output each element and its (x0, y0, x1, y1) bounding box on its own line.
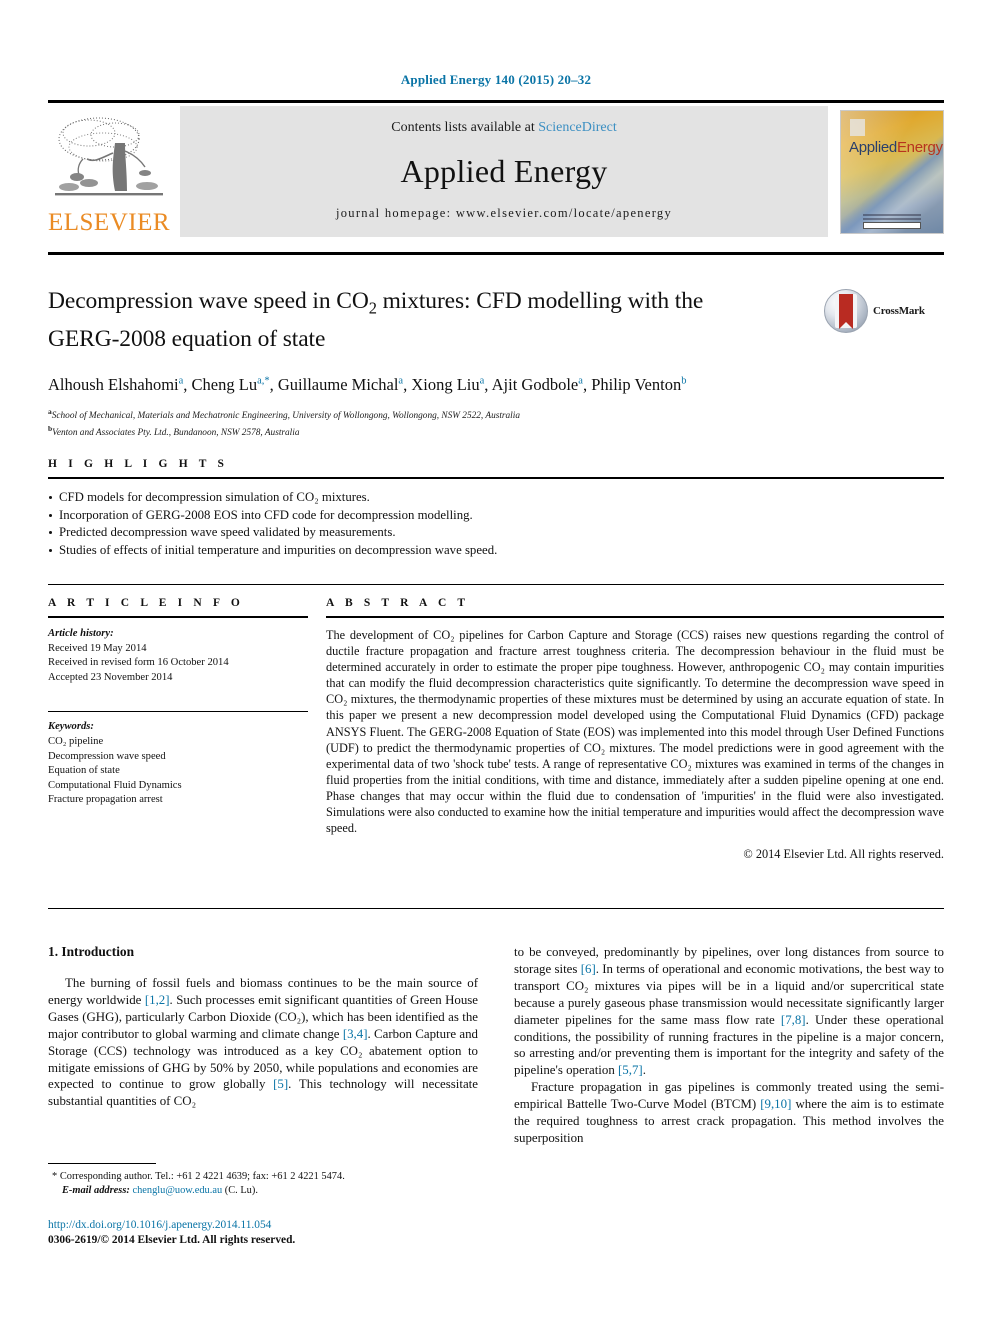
column-gap (308, 597, 326, 862)
highlights-section: H I G H L I G H T S CFD models for decom… (48, 458, 944, 559)
citation-link[interactable]: [5] (273, 1077, 288, 1091)
crossmark-badge-group[interactable]: CrossMark (824, 288, 944, 334)
journal-masthead: ELSEVIER Contents lists available at Sci… (48, 100, 944, 237)
history-item: Accepted 23 November 2014 (48, 671, 173, 683)
info-abstract-section: A R T I C L E I N F O Article history: R… (48, 584, 944, 862)
elsevier-wordmark: ELSEVIER (47, 209, 171, 236)
journal-band: Contents lists available at ScienceDirec… (180, 106, 828, 237)
author-list: Alhoush Elshahomia, Cheng Lua,*, Guillau… (48, 375, 687, 395)
abstract-text: The development of CO₂ pipelines for Car… (326, 628, 944, 836)
citation-link[interactable]: [7,8] (781, 1013, 806, 1027)
sciencedirect-link[interactable]: ScienceDirect (538, 120, 617, 135)
keywords-block: Keywords: CO₂ pipeline Decompression wav… (48, 720, 308, 808)
keywords-label: Keywords: (48, 721, 94, 733)
citation-link[interactable]: [1,2] (145, 993, 170, 1007)
title-block: Decompression wave speed in CO2 mixtures… (48, 286, 808, 439)
keywords-rule (48, 711, 308, 713)
footnote-line-1: * Corresponding author. Tel.: +61 2 4221… (52, 1171, 345, 1182)
paragraph: to be conveyed, predominantly by pipelin… (514, 945, 944, 1078)
affiliation-list: aSchool of Mechanical, Materials and Mec… (48, 406, 808, 439)
paragraph: The burning of fossil fuels and biomass … (48, 976, 479, 1109)
doi-link[interactable]: http://dx.doi.org/10.1016/j.apenergy.201… (48, 1218, 548, 1233)
author-item[interactable]: Ajit Godbolea (492, 375, 583, 394)
abstract-column: A B S T R A C T The development of CO₂ p… (326, 597, 944, 862)
page-footer: http://dx.doi.org/10.1016/j.apenergy.201… (48, 1218, 548, 1248)
keyword-item: Fracture propagation arrest (48, 794, 163, 806)
list-item: Incorporation of GERG-2008 EOS into CFD … (48, 507, 944, 525)
affiliation-item: bVenton and Associates Pty. Ltd., Bundan… (48, 423, 300, 438)
keyword-item: Computational Fluid Dynamics (48, 779, 182, 791)
cover-elsevier-mark-icon (850, 118, 865, 136)
journal-title: Applied Energy (400, 152, 608, 189)
keyword-item: Decompression wave speed (48, 750, 166, 762)
body-left-column: 1. Introduction The burning of fossil fu… (48, 944, 478, 1147)
elsevier-logo: ELSEVIER (48, 106, 170, 237)
paragraph: Fracture propagation in gas pipelines is… (514, 1080, 944, 1145)
citation-link[interactable]: [5,7] (618, 1063, 643, 1077)
body-top-rule (48, 908, 944, 909)
highlights-rule (48, 477, 944, 479)
article-info-rule (48, 616, 308, 618)
footnote-marker: * (52, 1171, 58, 1182)
journal-cover-image: AppliedEnergy (840, 109, 944, 234)
running-head: Applied Energy 140 (2015) 20–32 (400, 72, 592, 87)
issn-copyright: 0306-2619/© 2014 Elsevier Ltd. All right… (48, 1234, 296, 1246)
page-title: Decompression wave speed in CO2 mixtures… (48, 288, 704, 352)
history-item: Received 19 May 2014 (48, 642, 147, 654)
highlights-heading: H I G H L I G H T S (48, 458, 229, 470)
citation-link[interactable]: [6] (581, 962, 596, 976)
citation-link[interactable]: [9,10] (760, 1097, 791, 1111)
crossmark-icon (824, 289, 868, 333)
article-info-column: A R T I C L E I N F O Article history: R… (48, 597, 308, 862)
article-history-label: Article history: (48, 628, 114, 639)
cover-footer-strip (863, 213, 921, 229)
citation-link[interactable]: [3,4] (343, 1027, 368, 1041)
title-separator-rule (48, 252, 944, 255)
list-item: Studies of effects of initial temperatur… (48, 542, 944, 560)
author-item[interactable]: Philip Ventonb (591, 375, 686, 394)
contents-prefix: Contents lists available at (391, 120, 539, 135)
list-item: CFD models for decompression simulation … (48, 489, 944, 507)
contents-available-line: Contents lists available at ScienceDirec… (391, 120, 617, 136)
affiliation-item: aSchool of Mechanical, Materials and Mec… (48, 407, 520, 422)
corresponding-author-footnote: * Corresponding author. Tel.: +61 2 4221… (48, 1163, 478, 1198)
keyword-item: CO₂ pipeline (48, 735, 104, 747)
section-heading-introduction: 1. Introduction (48, 944, 135, 959)
info-abstract-top-rule (48, 584, 944, 585)
list-item: Predicted decompression wave speed valid… (48, 524, 944, 542)
article-history: Article history: Received 19 May 2014 Re… (48, 627, 308, 685)
footnote-rule (48, 1163, 156, 1164)
email-link[interactable]: chenglu@uow.edu.au (132, 1185, 222, 1196)
journal-homepage[interactable]: journal homepage: www.elsevier.com/locat… (336, 206, 672, 221)
body-right-column: to be conveyed, predominantly by pipelin… (514, 944, 944, 1147)
title-subscript: 2 (368, 298, 377, 318)
cover-title: AppliedEnergy (849, 138, 943, 156)
body-columns: 1. Introduction The burning of fossil fu… (48, 944, 944, 1147)
abstract-heading: A B S T R A C T (326, 597, 470, 609)
body-column-gap (478, 944, 514, 1147)
author-item[interactable]: Cheng Lua,* (192, 375, 270, 394)
author-item[interactable]: Alhoush Elshahomia (48, 375, 183, 394)
keyword-item: Equation of state (48, 765, 120, 777)
highlights-list: CFD models for decompression simulation … (48, 489, 944, 559)
elsevier-tree-icon (55, 117, 163, 196)
history-item: Received in revised form 16 October 2014 (48, 657, 229, 669)
footnote-line-2: E-mail address: chenglu@uow.edu.au (C. L… (62, 1185, 258, 1196)
article-info-heading: A R T I C L E I N F O (48, 597, 244, 609)
journal-article-page: Applied Energy 140 (2015) 20–32 ELSEVIER… (0, 0, 992, 1323)
author-item[interactable]: Xiong Liua (411, 375, 484, 394)
crossmark-label: CrossMark (873, 305, 925, 317)
abstract-copyright: © 2014 Elsevier Ltd. All rights reserved… (743, 847, 944, 862)
author-item[interactable]: Guillaume Michala (278, 375, 403, 394)
abstract-rule (326, 616, 944, 618)
